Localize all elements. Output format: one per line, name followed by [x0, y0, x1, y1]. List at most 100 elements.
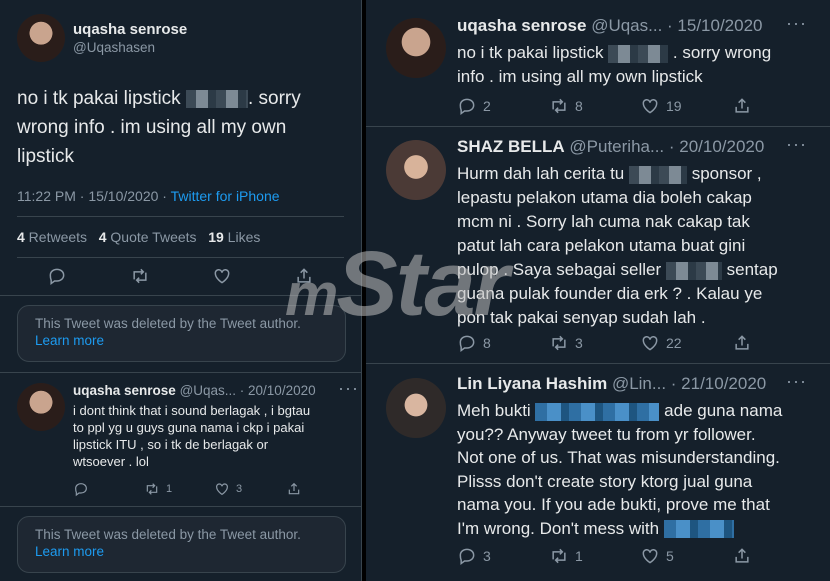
- share-button[interactable]: [732, 546, 752, 566]
- tweet-text-part: ade guna nama: [664, 401, 783, 420]
- like-button[interactable]: 5: [640, 546, 674, 566]
- retweet-button[interactable]: [130, 266, 150, 286]
- tweet-line: lipstick ITU , so i tk de berlagak or: [73, 437, 269, 452]
- retweet-icon: [552, 335, 566, 351]
- retweets-label[interactable]: Retweets: [25, 229, 87, 245]
- retweet-button[interactable]: 8: [549, 96, 583, 116]
- heart-icon: [642, 548, 658, 564]
- reply-button[interactable]: 8: [457, 333, 491, 353]
- avatar[interactable]: [386, 18, 446, 78]
- redacted-block: [663, 520, 734, 539]
- quotes-label[interactable]: Quote Tweets: [107, 229, 196, 245]
- tweet-text-part: nama you. If you ade bukti, prove me tha…: [457, 495, 770, 514]
- retweets-count[interactable]: 4: [17, 229, 25, 245]
- tweet-text-part: Meh bukti: [457, 401, 531, 420]
- tweet-text-part: pulop . Saya sebagai seller: [457, 260, 662, 279]
- more-options-icon[interactable]: ···: [338, 378, 359, 399]
- share-button[interactable]: [294, 266, 314, 286]
- reply-icon: [459, 548, 475, 565]
- author-name[interactable]: uqasha senrose: [457, 16, 586, 35]
- reply-icon: [459, 335, 475, 352]
- avatar[interactable]: [386, 378, 446, 438]
- more-options-icon[interactable]: ···: [786, 371, 807, 392]
- tweet-header: Lin Liyana Hashim @Lin... · 21/10/2020: [457, 374, 766, 394]
- retweet-icon: [552, 548, 566, 564]
- tweet-meta[interactable]: @Uqas... · 15/10/2020: [591, 16, 762, 35]
- tweet-text-part: no i tk pakai lipstick: [17, 88, 181, 109]
- share-button[interactable]: [732, 333, 752, 353]
- heart-icon: [642, 335, 658, 351]
- retweet-count: 3: [575, 335, 583, 351]
- likes-count[interactable]: 19: [208, 229, 224, 245]
- tweet-meta[interactable]: @Lin... · 21/10/2020: [612, 374, 766, 393]
- tweet-text-part: info . im using all my own lipstick: [457, 67, 703, 86]
- tweet-text: Hurm dah lah cerita tu sponsor , lepastu…: [457, 162, 778, 330]
- redacted-block: [535, 402, 660, 421]
- avatar[interactable]: [386, 140, 446, 200]
- reply-header: uqasha senrose @Uqas... · 20/10/2020: [73, 383, 316, 398]
- tweet-text-part: . sorry wrong: [672, 43, 772, 62]
- tweet-text: no i tk pakai lipstick . sorry wrong inf…: [17, 84, 347, 171]
- reply-button[interactable]: [73, 481, 89, 497]
- retweet-count: 1: [166, 483, 173, 495]
- redacted-block: [185, 89, 248, 108]
- like-count: 19: [666, 98, 682, 114]
- like-button[interactable]: [212, 266, 232, 286]
- tweet-text-part: you?? Anyway tweet tu from yr follower.: [457, 424, 756, 444]
- author-name[interactable]: uqasha senrose: [73, 383, 176, 398]
- reply-icon: [75, 483, 87, 497]
- tweet-line: to ppl yg u guys guna nama i ckp i pakai: [73, 420, 305, 435]
- quotes-count[interactable]: 4: [99, 229, 107, 245]
- like-button[interactable]: 3: [214, 481, 242, 497]
- avatar[interactable]: [17, 14, 65, 62]
- reply-button[interactable]: 3: [457, 546, 491, 566]
- tweet-meta[interactable]: @Uqas... · 20/10/2020: [180, 383, 316, 398]
- reply-count: 2: [483, 98, 491, 114]
- learn-more-link[interactable]: Learn more: [35, 333, 328, 348]
- share-icon: [297, 268, 311, 283]
- heart-icon: [214, 268, 230, 284]
- avatar[interactable]: [17, 383, 65, 431]
- retweet-icon: [552, 98, 566, 114]
- source-link[interactable]: Twitter for iPhone: [171, 188, 280, 204]
- share-icon: [735, 98, 749, 113]
- author-name[interactable]: Lin Liyana Hashim: [457, 374, 607, 393]
- deleted-tweet-notice: This Tweet was deleted by the Tweet auth…: [17, 305, 346, 362]
- tweet-text-part: sentap: [726, 260, 778, 279]
- author-name[interactable]: uqasha senrose: [73, 21, 187, 38]
- more-options-icon[interactable]: ···: [786, 13, 807, 34]
- reply-count: 3: [483, 548, 491, 564]
- retweet-icon: [133, 268, 147, 284]
- tweet-text: Meh bukti ade guna nama you?? Anyway twe…: [457, 399, 782, 540]
- author-name[interactable]: SHAZ BELLA: [457, 137, 565, 156]
- retweet-button[interactable]: 3: [549, 333, 583, 353]
- tweet-timestamp: 11:22 PM · 15/10/2020 · Twitter for iPho…: [17, 188, 280, 204]
- tweet-text-part: lipstick: [17, 146, 75, 167]
- like-button[interactable]: 22: [640, 333, 682, 353]
- author-handle[interactable]: @Uqashasen: [73, 40, 155, 55]
- retweet-icon: [146, 483, 158, 495]
- learn-more-link[interactable]: Learn more: [35, 544, 328, 559]
- tweet-stats: 4 Retweets 4 Quote Tweets 19 Likes: [17, 229, 260, 245]
- retweet-button[interactable]: 1: [549, 546, 583, 566]
- share-button[interactable]: [286, 481, 302, 497]
- reply-button[interactable]: 2: [457, 96, 491, 116]
- deleted-tweet-notice: This Tweet was deleted by the Tweet auth…: [17, 516, 346, 573]
- tweet-meta[interactable]: @Puteriha... · 20/10/2020: [569, 137, 764, 156]
- divider: [366, 126, 830, 127]
- share-button[interactable]: [732, 96, 752, 116]
- retweet-count: 1: [575, 548, 583, 564]
- tweet-text-part: no i tk pakai lipstick: [457, 43, 604, 62]
- tweet-text-part: wrong info . im using all my own: [17, 117, 287, 138]
- retweet-button[interactable]: 1: [144, 481, 172, 497]
- divider: [17, 216, 344, 217]
- deleted-text: This Tweet was deleted by the Tweet auth…: [35, 316, 301, 331]
- divider: [17, 257, 344, 258]
- tweet-text-part: patut lah cara pelakon utama buat gini: [457, 236, 746, 255]
- tweet-text-part: guana pulak founder dia erk ? . Kalau ye: [457, 284, 763, 303]
- more-options-icon[interactable]: ···: [786, 134, 807, 155]
- reply-button[interactable]: [47, 266, 67, 286]
- timestamp-text[interactable]: 11:22 PM · 15/10/2020 ·: [17, 188, 171, 204]
- like-button[interactable]: 19: [640, 96, 682, 116]
- likes-label[interactable]: Likes: [224, 229, 261, 245]
